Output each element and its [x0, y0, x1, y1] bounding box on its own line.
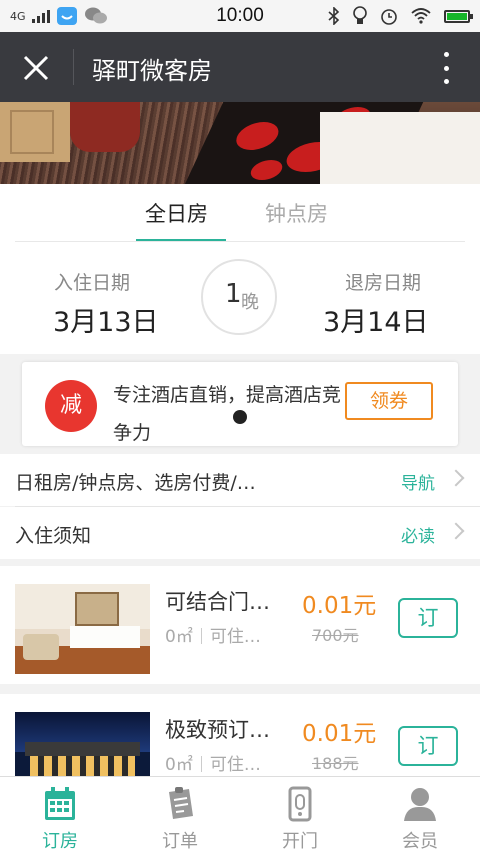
- bluetooth-icon: [328, 7, 340, 25]
- tab-label: 订单: [162, 831, 198, 852]
- original-price: 188元: [312, 754, 359, 773]
- chevron-right-icon: [447, 522, 465, 540]
- tab-full-day[interactable]: 全日房: [145, 198, 208, 228]
- bottom-tab-bar: 订房 订单 开门 会员: [0, 776, 480, 855]
- room-details: 0㎡ 可住…: [165, 750, 261, 775]
- original-price: 700元: [312, 626, 359, 645]
- order-icon: [169, 787, 193, 819]
- door-phone-icon: [288, 786, 312, 822]
- nights-number: 1: [225, 279, 242, 309]
- room-area: 0㎡: [165, 755, 193, 775]
- room-type-tabs: 全日房 钟点房: [0, 184, 480, 242]
- status-right: [328, 6, 473, 26]
- status-bar: 4G 10:00: [0, 0, 480, 32]
- bulb-icon: [353, 6, 367, 24]
- room-capacity: 可住…: [209, 627, 261, 647]
- discount-badge: 减: [45, 380, 97, 432]
- claim-coupon-button[interactable]: 领券: [345, 382, 433, 420]
- room-name: 可结合门…: [165, 590, 270, 614]
- more-menu-icon[interactable]: [442, 52, 450, 84]
- tab-hourly[interactable]: 钟点房: [265, 198, 328, 228]
- room-photo: [15, 584, 150, 674]
- member-icon: [404, 788, 436, 821]
- coupon-card: 减 专注酒店直销，提高酒店竞争力 领券: [22, 362, 458, 446]
- must-read-link[interactable]: 必读: [401, 522, 435, 547]
- book-button[interactable]: 订: [398, 726, 458, 766]
- wifi-icon: [411, 8, 431, 24]
- touch-indicator: [233, 410, 247, 424]
- date-selector[interactable]: 入住日期 3月13日 1 晚 退房日期 3月14日: [0, 242, 480, 354]
- room-capacity: 可住…: [209, 755, 261, 775]
- info-row-label: 日租房/钟点房、选房付费/…: [15, 472, 256, 494]
- room-area: 0㎡: [165, 627, 193, 647]
- alarm-icon: [381, 9, 397, 25]
- tab-orders[interactable]: 订单: [120, 777, 240, 855]
- tab-member[interactable]: 会员: [360, 777, 480, 855]
- checkout-label: 退房日期: [345, 272, 422, 294]
- nights-unit: 晚: [241, 292, 259, 313]
- info-row-label: 入住须知: [15, 525, 92, 547]
- room-price: 0.01元: [302, 593, 377, 619]
- nav-divider: [73, 49, 74, 85]
- info-row-navigation[interactable]: 日租房/钟点房、选房付费/… 导航: [0, 454, 480, 506]
- tab-label: 会员: [402, 831, 438, 852]
- tab-open-door[interactable]: 开门: [240, 777, 360, 855]
- tab-label: 开门: [282, 831, 318, 852]
- navigation-link[interactable]: 导航: [401, 469, 435, 494]
- checkout-date[interactable]: 3月14日: [323, 300, 429, 339]
- room-card[interactable]: 可结合门… 0㎡ 可住… 0.01元 700元 订: [0, 566, 480, 684]
- page-title: 驿町微客房: [92, 57, 212, 85]
- tab-label: 订房: [42, 831, 78, 852]
- book-button[interactable]: 订: [398, 598, 458, 638]
- room-price: 0.01元: [302, 721, 377, 747]
- info-row-checkin-notice[interactable]: 入住须知 必读: [0, 507, 480, 559]
- room-details: 0㎡ 可住…: [165, 622, 261, 647]
- hotel-banner-image: [0, 102, 480, 184]
- tab-book-room[interactable]: 订房: [0, 777, 120, 855]
- checkin-date[interactable]: 3月13日: [53, 300, 159, 339]
- close-icon[interactable]: [20, 52, 52, 84]
- battery-icon: [444, 9, 473, 23]
- room-name: 极致预订…: [165, 718, 270, 742]
- nav-bar: 驿町微客房: [0, 32, 480, 102]
- chevron-right-icon: [447, 469, 465, 487]
- calendar-icon: [45, 787, 75, 820]
- checkin-label: 入住日期: [54, 272, 131, 294]
- nights-count: 1 晚: [201, 259, 277, 335]
